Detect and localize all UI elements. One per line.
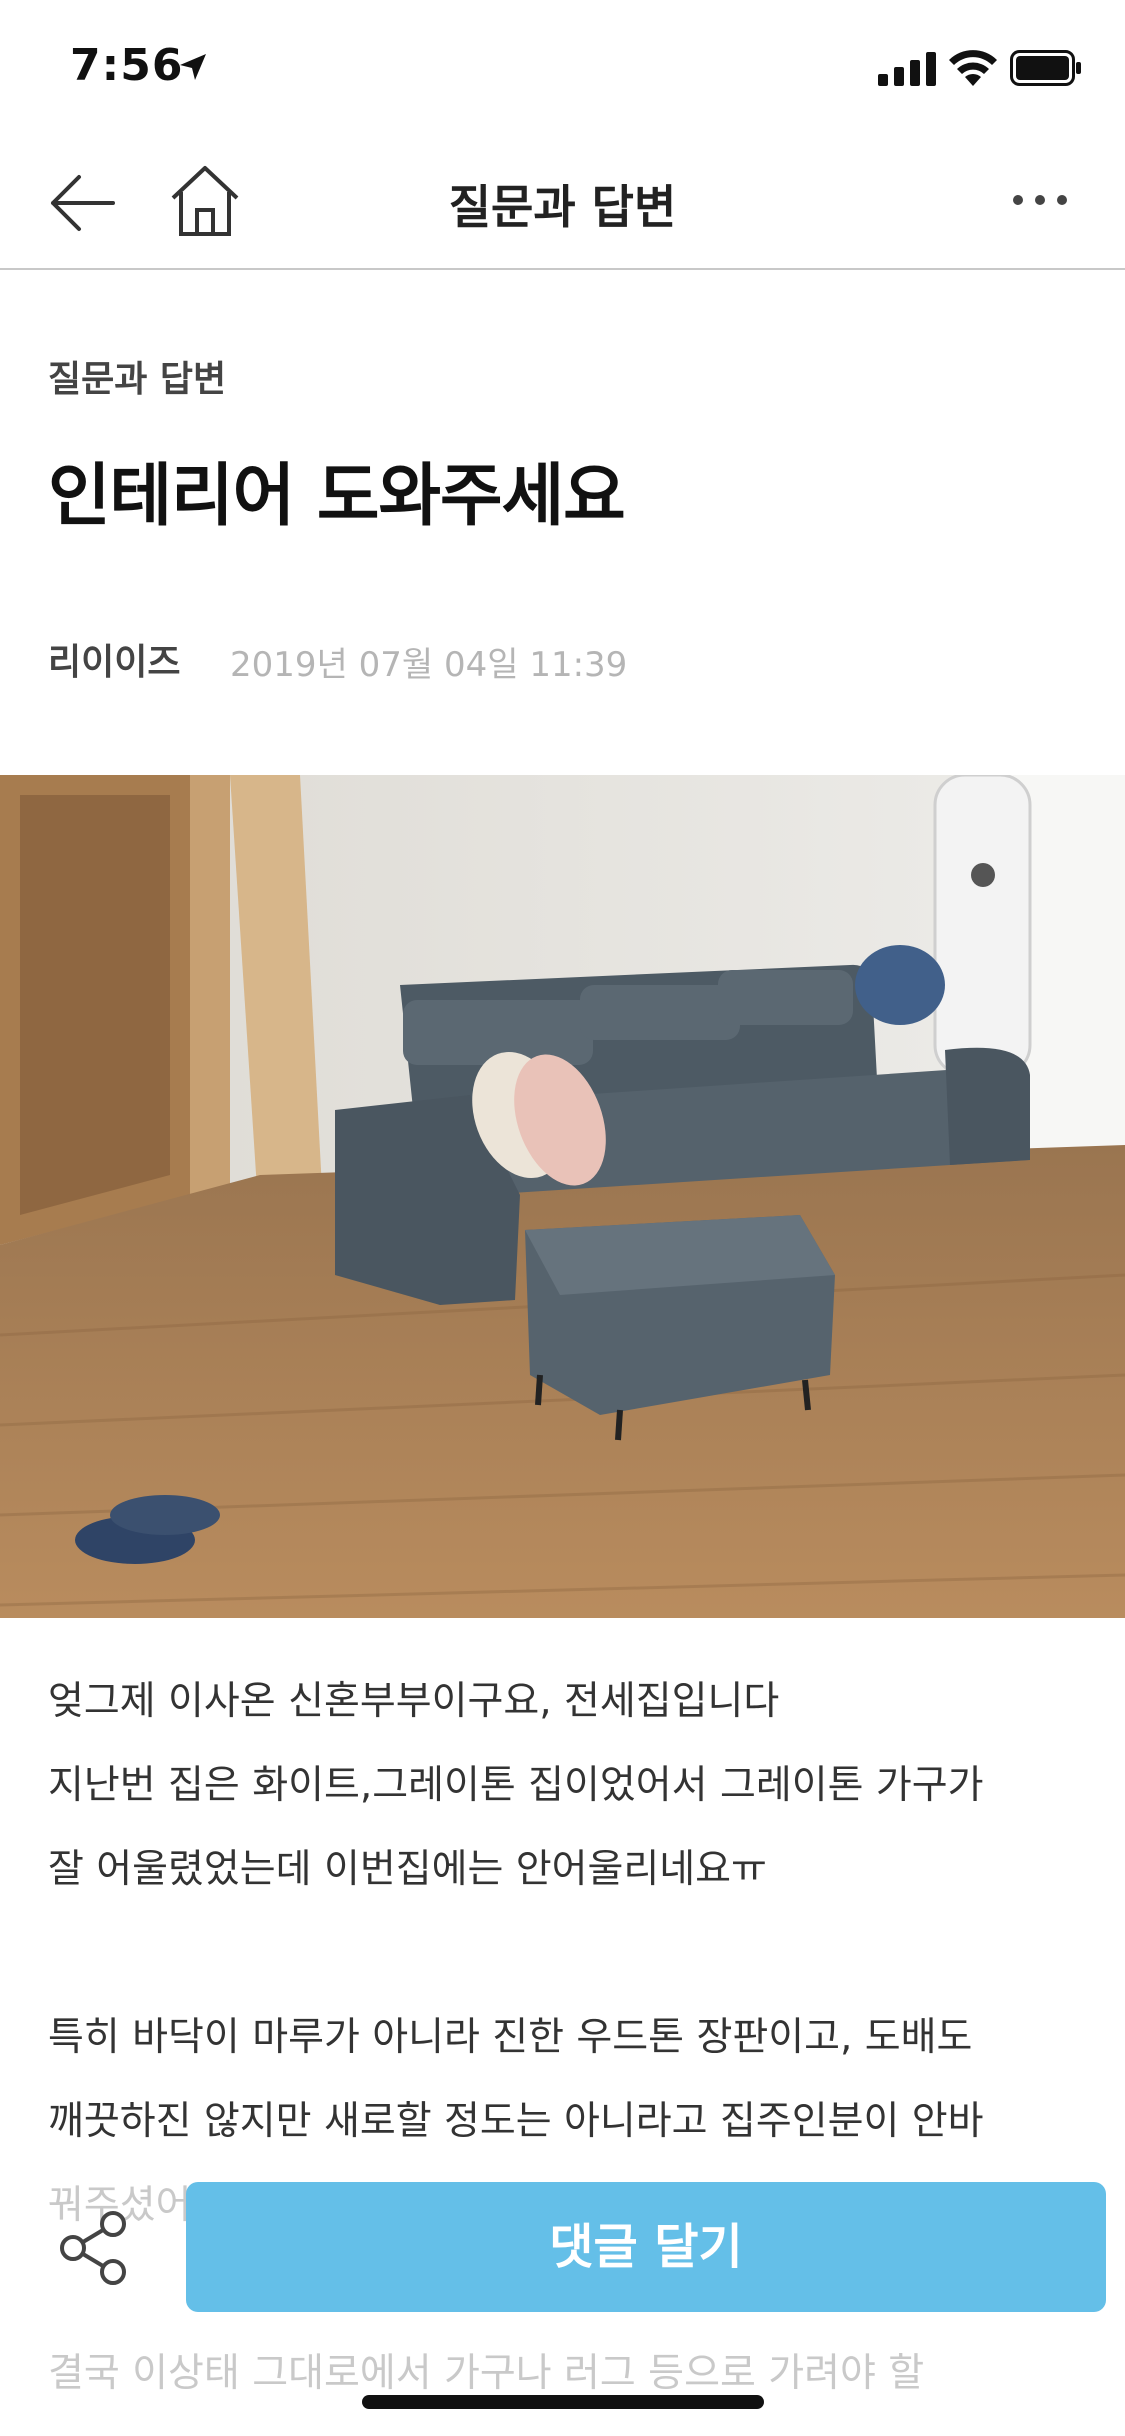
nav-title: 질문과 답변 xyxy=(448,180,677,234)
body-line: 엊그제 이사온 신혼부부이구요, 전세집입니다 xyxy=(48,1679,780,1724)
location-arrow-icon xyxy=(180,54,206,80)
share-icon[interactable] xyxy=(58,2210,128,2286)
bottom-action-bar: 댓글 달기 xyxy=(0,2160,1125,2330)
post-photo[interactable] xyxy=(0,775,1125,1618)
body-line: 깨끗하진 않지만 새로할 정도는 아니라고 집주인분이 안바 xyxy=(48,2099,984,2144)
navigation-bar: 질문과 답변 xyxy=(0,135,1125,270)
body-line: 듯 합니다 xyxy=(48,2416,1088,2436)
wifi-icon xyxy=(949,50,997,86)
body-line-blank xyxy=(48,1912,1088,1996)
home-indicator[interactable] xyxy=(362,2395,764,2409)
battery-icon xyxy=(1010,50,1081,86)
post-date: 2019년 07월 04일 11:39 xyxy=(230,645,628,685)
body-line: 지난번 집은 화이트,그레이톤 집이었어서 그레이톤 가구가 xyxy=(48,1763,984,1808)
cellular-signal-icon xyxy=(878,52,936,86)
status-bar: 7:56 xyxy=(0,0,1125,135)
post-author[interactable]: 리이이즈 xyxy=(48,633,180,685)
more-options-icon[interactable] xyxy=(1010,180,1070,220)
body-line: 특히 바닥이 마루가 아니라 진한 우드톤 장판이고, 도배도 xyxy=(48,2015,973,2060)
post-title: 인테리어 도와주세요 xyxy=(48,457,626,536)
write-comment-button[interactable]: 댓글 달기 xyxy=(186,2182,1106,2312)
body-line: 잘 어울렸었는데 이번집에는 안어울리네요ㅠ xyxy=(48,1847,767,1892)
post-category[interactable]: 질문과 답변 xyxy=(48,350,226,402)
status-time: 7:56 xyxy=(70,40,184,91)
